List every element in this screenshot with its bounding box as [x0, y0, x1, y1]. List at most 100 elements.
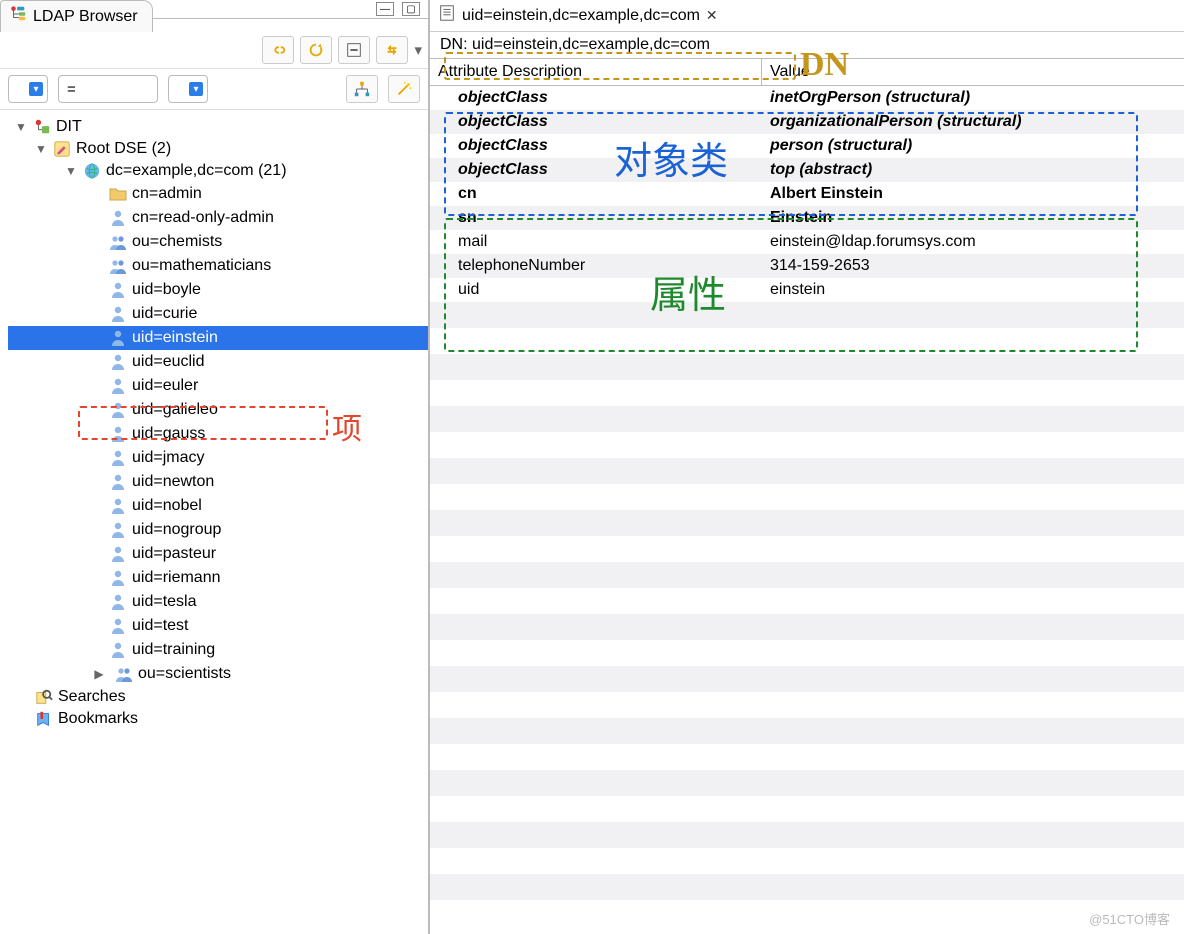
attr-value: einstein [762, 278, 1184, 302]
attr-row[interactable]: objectClasstop (abstract) [430, 158, 1184, 182]
attr-row[interactable]: objectClassinetOrgPerson (structural) [430, 86, 1184, 110]
person-icon [108, 280, 128, 300]
operator-select[interactable]: = [58, 75, 158, 103]
empty-row [430, 692, 1184, 718]
tree-item[interactable]: uid=training [8, 638, 428, 662]
tree-item[interactable]: uid=galieleo [8, 398, 428, 422]
tree-item[interactable]: uid=pasteur [8, 542, 428, 566]
attr-name: telephoneNumber [430, 254, 762, 278]
empty-row [430, 796, 1184, 822]
tree-item[interactable]: cn=read-only-admin [8, 206, 428, 230]
person-icon [108, 520, 128, 540]
empty-row [430, 406, 1184, 432]
empty-row [430, 744, 1184, 770]
attr-name: cn [430, 182, 762, 206]
empty-row [430, 640, 1184, 666]
refresh-icon[interactable] [300, 36, 332, 64]
attr-value: Albert Einstein [762, 182, 1184, 206]
tree-item[interactable]: uid=gauss [8, 422, 428, 446]
tree-item[interactable]: uid=euler [8, 374, 428, 398]
minimize-button[interactable]: — [376, 2, 394, 16]
attr-row[interactable]: cnAlbert Einstein [430, 182, 1184, 206]
attr-value: organizationalPerson (structural) [762, 110, 1184, 134]
empty-row [430, 380, 1184, 406]
group-icon [108, 256, 128, 276]
attr-row[interactable]: telephoneNumber314-159-2653 [430, 254, 1184, 278]
tree-item-label: uid=euclid [132, 353, 205, 371]
dn-field[interactable]: DN: uid=einstein,dc=example,dc=com [440, 36, 710, 53]
attr-name: objectClass [430, 158, 762, 182]
tree-item[interactable]: uid=tesla [8, 590, 428, 614]
tree-item[interactable]: cn=admin [8, 182, 428, 206]
person-icon [108, 376, 128, 396]
tree-base[interactable]: ▼ dc=example,dc=com (21) [8, 160, 428, 182]
empty-row [430, 432, 1184, 458]
tree-item-label: uid=gauss [132, 425, 205, 443]
tree-dit[interactable]: ▼ DIT [8, 116, 428, 138]
link-icon[interactable] [262, 36, 294, 64]
attr-row[interactable]: objectClassorganizationalPerson (structu… [430, 110, 1184, 134]
tree-item[interactable]: uid=jmacy [8, 446, 428, 470]
tree-item-label: cn=read-only-admin [132, 209, 274, 227]
empty-row [430, 536, 1184, 562]
attr-dropdown[interactable]: ▾ [8, 75, 48, 103]
attr-row[interactable]: objectClassperson (structural) [430, 134, 1184, 158]
attr-row[interactable]: snEinstein [430, 206, 1184, 230]
attr-name: objectClass [430, 110, 762, 134]
tree-rootdse[interactable]: ▼ Root DSE (2) [8, 138, 428, 160]
ldap-tree[interactable]: ▼ DIT ▼ Root DSE (2) ▼ dc=example,dc=com… [0, 110, 428, 934]
person-icon [108, 592, 128, 612]
tree-item[interactable]: uid=nogroup [8, 518, 428, 542]
tree-item[interactable]: uid=boyle [8, 278, 428, 302]
col-value[interactable]: Value [762, 59, 1184, 85]
tree-item[interactable]: uid=nobel [8, 494, 428, 518]
tree-item-label: uid=boyle [132, 281, 201, 299]
tab-ldap-browser[interactable]: LDAP Browser [0, 0, 153, 32]
close-tab-icon[interactable]: ✕ [706, 7, 718, 24]
wand-icon[interactable] [388, 75, 420, 103]
tree-item[interactable]: uid=einstein [8, 326, 428, 350]
tree-item-label: cn=admin [132, 185, 202, 203]
empty-row [430, 562, 1184, 588]
attr-name: objectClass [430, 86, 762, 110]
sync-icon[interactable] [376, 36, 408, 64]
tree-item-label: uid=pasteur [132, 545, 216, 563]
maximize-button[interactable]: ▢ [402, 2, 420, 16]
value-dropdown[interactable]: ▾ [168, 75, 208, 103]
folder-icon [108, 184, 128, 204]
tree-item-label: uid=einstein [132, 329, 218, 347]
empty-row [430, 510, 1184, 536]
tree-item[interactable]: ▶ou=scientists [8, 662, 428, 686]
empty-row [430, 354, 1184, 380]
group-icon [108, 232, 128, 252]
collapse-icon[interactable] [338, 36, 370, 64]
attr-value: Einstein [762, 206, 1184, 230]
tree-item-label: uid=training [132, 641, 215, 659]
attr-row[interactable]: maileinstein@ldap.forumsys.com [430, 230, 1184, 254]
entry-tab-title[interactable]: uid=einstein,dc=example,dc=com [462, 7, 700, 25]
chevron-down-icon[interactable]: ▾ [414, 41, 422, 59]
hierarchy-icon[interactable] [346, 75, 378, 103]
tree-item[interactable]: uid=euclid [8, 350, 428, 374]
tree-item-label: uid=nogroup [132, 521, 221, 539]
tab-label: LDAP Browser [33, 8, 138, 26]
tree-item[interactable]: ou=chemists [8, 230, 428, 254]
attribute-rows[interactable]: objectClassinetOrgPerson (structural)obj… [430, 86, 1184, 934]
person-icon [108, 424, 128, 444]
attr-name: objectClass [430, 134, 762, 158]
tree-item[interactable]: uid=riemann [8, 566, 428, 590]
person-icon [108, 496, 128, 516]
empty-row [430, 588, 1184, 614]
tree-item-label: ou=mathematicians [132, 257, 271, 275]
attr-row[interactable]: uideinstein [430, 278, 1184, 302]
tree-bookmarks[interactable]: Bookmarks [8, 708, 428, 730]
col-attr-desc[interactable]: Attribute Description [430, 59, 762, 85]
tree-item-label: uid=test [132, 617, 188, 635]
tree-searches[interactable]: Searches [8, 686, 428, 708]
tree-item[interactable]: ou=mathematicians [8, 254, 428, 278]
tree-item[interactable]: uid=newton [8, 470, 428, 494]
person-icon [108, 616, 128, 636]
tree-item[interactable]: uid=test [8, 614, 428, 638]
tree-label: DIT [56, 118, 82, 136]
tree-item[interactable]: uid=curie [8, 302, 428, 326]
